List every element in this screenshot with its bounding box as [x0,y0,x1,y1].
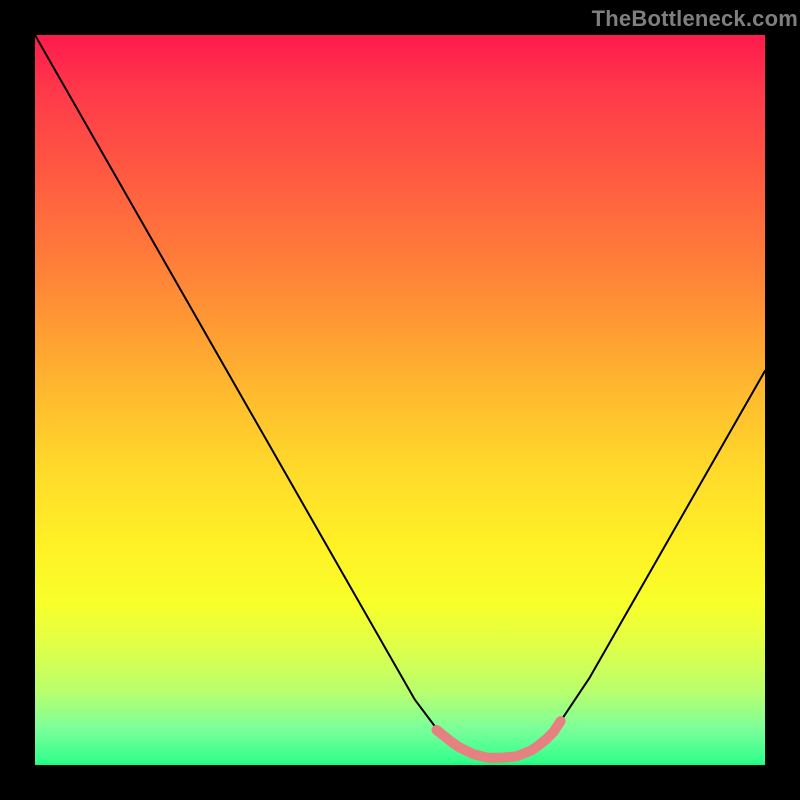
plot-area [35,35,765,765]
chart-frame: TheBottleneck.com [0,0,800,800]
curve-overlay [35,35,765,765]
bottom-highlight-segment [437,721,561,758]
bottleneck-curve [35,35,765,758]
watermark-text: TheBottleneck.com [592,6,798,32]
